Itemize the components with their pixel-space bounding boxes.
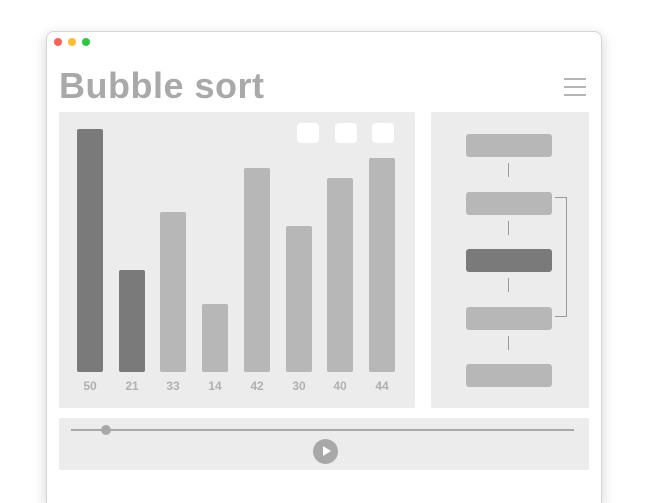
- bar-label: 40: [333, 379, 347, 393]
- bar-label: 30: [292, 379, 306, 393]
- play-button[interactable]: [313, 439, 338, 464]
- playback-controls: [59, 418, 589, 470]
- step-node[interactable]: [466, 192, 552, 215]
- step-connector: [508, 221, 509, 235]
- bar-label: 50: [83, 379, 97, 393]
- progress-slider-thumb[interactable]: [101, 425, 111, 435]
- bar-label: 44: [375, 379, 389, 393]
- toolbar-button-3[interactable]: [372, 123, 394, 143]
- bar: [202, 304, 228, 372]
- swap-bracket: [555, 197, 567, 317]
- toolbar-button-1[interactable]: [297, 123, 319, 143]
- bar-label: 14: [208, 379, 222, 393]
- step-node[interactable]: [466, 134, 552, 157]
- bar-chart-panel: 50 21 33 14 42 30 40 44: [59, 112, 415, 408]
- bar-label: 33: [166, 379, 180, 393]
- bar: [119, 270, 145, 372]
- page-title: Bubble sort: [59, 65, 265, 106]
- bar-label: 42: [250, 379, 264, 393]
- algorithm-steps-panel: [431, 112, 589, 408]
- step-node[interactable]: [466, 249, 552, 272]
- close-window-button[interactable]: [54, 38, 62, 46]
- maximize-window-button[interactable]: [82, 38, 90, 46]
- bar: [77, 129, 103, 372]
- bar: [244, 168, 270, 372]
- minimize-window-button[interactable]: [68, 38, 76, 46]
- bar: [286, 226, 312, 372]
- bar-label: 21: [125, 379, 139, 393]
- step-node[interactable]: [466, 307, 552, 330]
- bar: [369, 158, 395, 372]
- step-connector: [508, 336, 509, 350]
- app-window: Bubble sort 50 21 33 14 42 30 40 44: [46, 31, 602, 503]
- step-connector: [508, 278, 509, 292]
- bar: [327, 178, 353, 372]
- bar: [160, 212, 186, 372]
- toolbar-button-2[interactable]: [335, 123, 357, 143]
- hamburger-menu-icon[interactable]: [564, 78, 586, 96]
- step-node[interactable]: [466, 364, 552, 387]
- step-connector: [508, 163, 509, 177]
- progress-slider-track[interactable]: [71, 429, 574, 431]
